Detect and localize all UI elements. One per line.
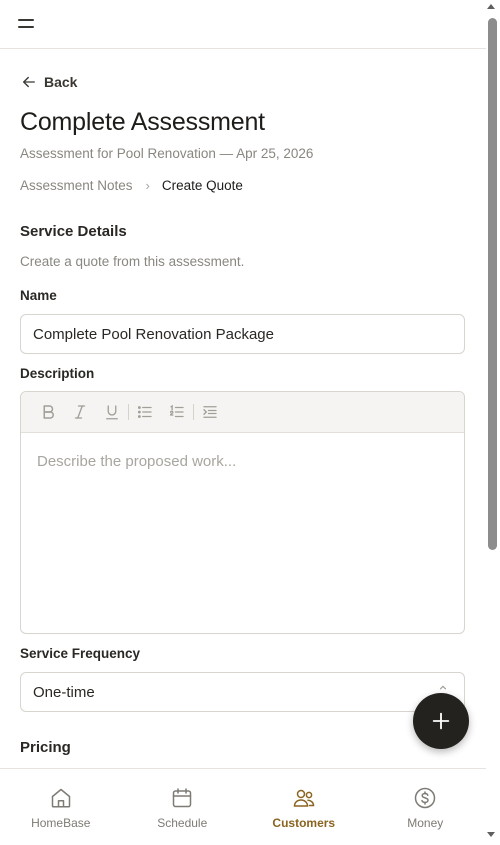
page-subtitle: Assessment for Pool Renovation — Apr 25,… [20, 146, 314, 161]
name-input-value: Complete Pool Renovation Package [33, 325, 274, 343]
service-details-heading: Service Details [20, 223, 127, 240]
chevron-right-icon: › [145, 178, 150, 193]
scrollbar-down-arrow[interactable] [487, 832, 495, 837]
nav-label-schedule: Schedule [157, 816, 208, 830]
breadcrumb-parent[interactable]: Assessment Notes [20, 178, 133, 193]
description-label: Description [20, 366, 95, 381]
breadcrumb-current: Create Quote [161, 178, 243, 193]
bold-icon[interactable] [32, 398, 64, 426]
back-button[interactable]: Back [20, 73, 77, 91]
name-label: Name [20, 288, 57, 303]
service-details-description: Create a quote from this assessment. [20, 254, 245, 269]
italic-icon[interactable] [64, 398, 96, 426]
scrollbar-thumb[interactable] [488, 18, 497, 550]
page-title: Complete Assessment [20, 108, 265, 136]
bottom-navigation: HomeBase Schedule Customers Money [0, 768, 486, 845]
nav-item-money[interactable]: Money [365, 769, 487, 845]
description-textarea[interactable]: Describe the proposed work... [21, 433, 464, 633]
breadcrumb: Assessment Notes › Create Quote [20, 178, 243, 193]
plus-icon [432, 712, 450, 730]
service-frequency-value: One-time [33, 683, 95, 701]
nav-label-customers: Customers [272, 816, 336, 830]
description-editor: Describe the proposed work... [20, 391, 465, 634]
add-fab-button[interactable] [413, 693, 469, 749]
service-frequency-label: Service Frequency [20, 646, 141, 661]
dollar-circle-icon [415, 787, 436, 809]
top-bar [0, 0, 486, 49]
pricing-heading: Pricing [20, 739, 71, 756]
service-frequency-select[interactable]: One-time [20, 672, 465, 712]
calendar-icon [173, 788, 192, 808]
home-icon [51, 788, 70, 808]
editor-toolbar [21, 392, 464, 433]
indent-icon[interactable] [194, 398, 226, 426]
nav-item-customers[interactable]: Customers [243, 769, 365, 845]
bullet-list-icon[interactable] [129, 398, 161, 426]
numbered-list-icon[interactable] [161, 398, 193, 426]
back-label: Back [44, 74, 78, 90]
hamburger-menu-icon[interactable] [18, 17, 36, 31]
scrollbar-up-arrow[interactable] [487, 4, 495, 9]
nav-item-schedule[interactable]: Schedule [122, 769, 244, 845]
nav-label-homebase: HomeBase [31, 816, 91, 830]
nav-item-homebase[interactable]: HomeBase [0, 769, 122, 845]
underline-icon[interactable] [96, 398, 128, 426]
nav-label-money: Money [407, 816, 444, 830]
name-input[interactable]: Complete Pool Renovation Package [20, 314, 465, 354]
arrow-left-icon [23, 76, 35, 88]
users-icon [293, 789, 315, 807]
chevron-up-icon [439, 685, 447, 690]
